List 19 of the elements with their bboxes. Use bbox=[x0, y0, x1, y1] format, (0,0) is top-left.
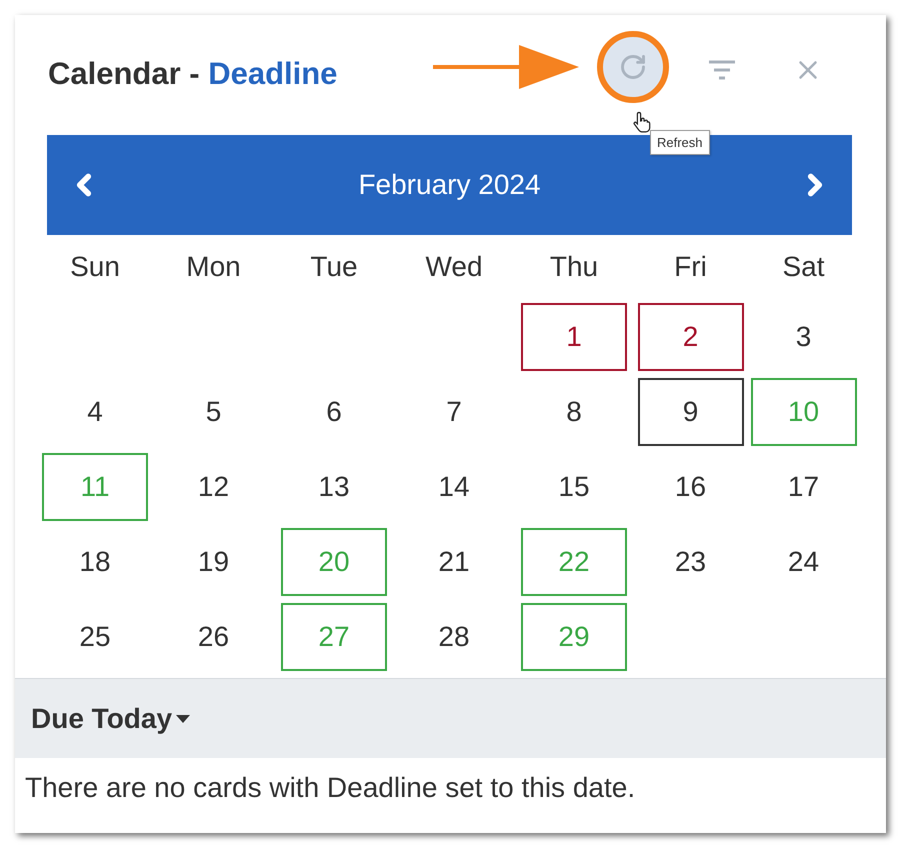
window-title: Calendar - Deadline bbox=[48, 56, 338, 92]
tooltip: Refresh bbox=[650, 130, 710, 155]
due-today-dropdown[interactable]: Due Today bbox=[31, 702, 190, 734]
hand-cursor-icon bbox=[633, 111, 651, 133]
weekday-label: Wed bbox=[425, 251, 483, 283]
weekday-label: Fri bbox=[674, 251, 707, 283]
weekday-label: Thu bbox=[550, 251, 598, 283]
calendar-day[interactable]: 2 bbox=[638, 302, 744, 370]
weekday-label: Mon bbox=[186, 251, 241, 283]
filter-icon bbox=[707, 59, 737, 81]
caret-icon bbox=[176, 714, 190, 722]
month-title: February 2024 bbox=[358, 169, 541, 201]
calendar-day[interactable]: 9 bbox=[638, 378, 744, 446]
empty-message: There are no cards with Deadline set to this date. bbox=[25, 772, 636, 804]
weekday-label: Sat bbox=[782, 251, 825, 283]
weekday-label: Tue bbox=[310, 251, 358, 283]
weekday-label: Sun bbox=[70, 251, 120, 283]
calendar-day[interactable]: 1 bbox=[521, 302, 627, 370]
refresh-icon bbox=[619, 53, 647, 81]
